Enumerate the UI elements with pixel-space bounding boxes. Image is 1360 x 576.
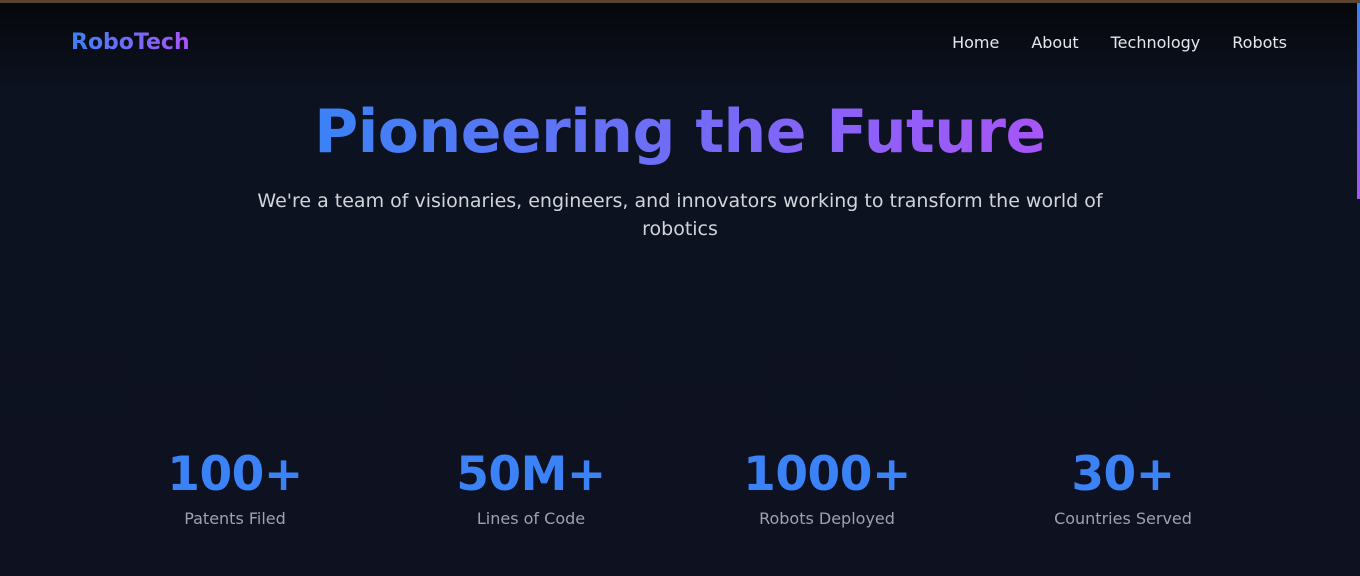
navbar: RoboTech Home About Technology Robots bbox=[0, 3, 1360, 83]
hero-subtitle: We're a team of visionaries, engineers, … bbox=[257, 190, 1103, 240]
nav-link-about[interactable]: About bbox=[1031, 32, 1078, 54]
stat-patents: 100+ Patents Filed bbox=[87, 446, 383, 530]
hero-title-text: Pioneering the Future bbox=[314, 97, 1046, 167]
stat-countries-served: 30+ Countries Served bbox=[975, 446, 1271, 530]
nav-link-technology[interactable]: Technology bbox=[1111, 32, 1201, 54]
stat-label: Patents Filed bbox=[184, 509, 286, 528]
hero-title: Pioneering the Future bbox=[0, 96, 1360, 168]
stat-value: 1000+ bbox=[743, 447, 911, 502]
nav-link-home[interactable]: Home bbox=[952, 32, 999, 54]
stats-section: 100+ Patents Filed 50M+ Lines of Code 10… bbox=[87, 446, 1271, 530]
stat-label: Robots Deployed bbox=[759, 509, 895, 528]
nav-link-robots[interactable]: Robots bbox=[1232, 32, 1287, 54]
logo-link[interactable]: RoboTech bbox=[71, 29, 190, 57]
stat-robots-deployed: 1000+ Robots Deployed bbox=[679, 446, 975, 530]
stat-value: 50M+ bbox=[456, 447, 606, 502]
nav-links: Home About Technology Robots bbox=[952, 32, 1287, 54]
stat-value: 30+ bbox=[1071, 447, 1175, 502]
page: RoboTech Home About Technology Robots Pi… bbox=[0, 0, 1360, 576]
stat-label: Lines of Code bbox=[476, 509, 586, 528]
stat-lines-of-code: 50M+ Lines of Code bbox=[383, 446, 679, 530]
stat-label: Countries Served bbox=[1054, 509, 1192, 528]
stat-value: 100+ bbox=[167, 447, 303, 502]
